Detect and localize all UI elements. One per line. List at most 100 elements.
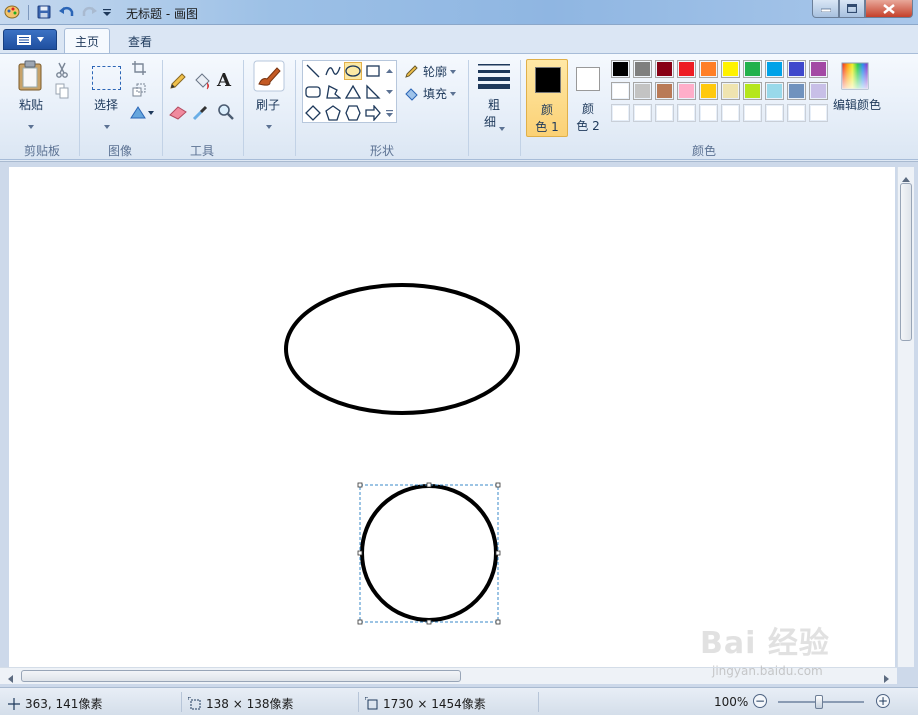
edit-colors-button[interactable]	[840, 61, 870, 94]
minimize-button[interactable]	[812, 0, 839, 18]
crop-icon[interactable]	[132, 61, 146, 78]
eraser-icon[interactable]	[168, 104, 188, 123]
tab-view[interactable]: 查看	[118, 28, 162, 54]
color1-button[interactable]: 颜 色 1	[526, 59, 568, 137]
resize-handle[interactable]	[426, 482, 432, 488]
select-dropdown-icon[interactable]	[104, 118, 110, 132]
color-swatch[interactable]	[633, 104, 652, 122]
zoom-in-button[interactable]: +	[876, 694, 890, 708]
rounded-rectangle-shape-icon[interactable]	[304, 83, 322, 101]
save-icon[interactable]	[36, 4, 52, 20]
color-swatch[interactable]	[611, 82, 630, 100]
rotate-icon[interactable]	[130, 105, 154, 122]
maximize-button[interactable]	[839, 0, 865, 18]
text-tool-icon[interactable]: A	[217, 70, 231, 91]
color-swatch[interactable]	[743, 60, 762, 78]
color-swatch[interactable]	[809, 104, 828, 122]
shapes-more-icon[interactable]	[383, 104, 396, 122]
color-swatch[interactable]	[743, 104, 762, 122]
hexagon-shape-icon[interactable]	[344, 104, 362, 122]
selection-box[interactable]	[357, 482, 501, 625]
brushes-button[interactable]	[253, 60, 285, 95]
vertical-scroll-thumb[interactable]	[900, 183, 912, 341]
drawing-canvas[interactable]	[9, 167, 895, 667]
pentagon-shape-icon[interactable]	[324, 104, 342, 122]
color-swatch[interactable]	[787, 60, 806, 78]
paste-dropdown-icon[interactable]	[28, 118, 34, 132]
color-picker-icon[interactable]	[192, 103, 210, 124]
copy-icon[interactable]	[55, 83, 69, 102]
right-triangle-shape-icon[interactable]	[364, 83, 382, 101]
horizontal-scroll-thumb[interactable]	[21, 670, 461, 682]
color-swatch[interactable]	[699, 104, 718, 122]
resize-handle[interactable]	[495, 482, 501, 488]
paste-button[interactable]	[17, 60, 45, 95]
color-swatch[interactable]	[721, 104, 740, 122]
resize-handle[interactable]	[426, 619, 432, 625]
color-swatch[interactable]	[765, 82, 784, 100]
brushes-dropdown-icon[interactable]	[266, 118, 272, 132]
color2-label-2: 色 2	[576, 119, 600, 133]
curve-shape-icon[interactable]	[324, 62, 342, 80]
color-swatch[interactable]	[787, 104, 806, 122]
color-swatch[interactable]	[655, 60, 674, 78]
arrow-shape-icon[interactable]	[364, 104, 382, 122]
size-button[interactable]	[477, 62, 511, 93]
color-swatch[interactable]	[809, 82, 828, 100]
paint-app-icon[interactable]	[4, 4, 20, 20]
color-swatch[interactable]	[743, 82, 762, 100]
size-dropdown-icon[interactable]	[499, 120, 505, 134]
color-swatch[interactable]	[655, 104, 674, 122]
resize-icon[interactable]	[132, 83, 146, 100]
cut-icon[interactable]	[55, 62, 69, 81]
resize-handle[interactable]	[495, 550, 501, 556]
color-swatch[interactable]	[699, 82, 718, 100]
resize-handle[interactable]	[357, 550, 363, 556]
magnifier-icon[interactable]	[217, 103, 235, 124]
color-swatch[interactable]	[611, 60, 630, 78]
select-button[interactable]	[92, 66, 121, 90]
diamond-shape-icon[interactable]	[304, 104, 322, 122]
polygon-shape-icon[interactable]	[324, 83, 342, 101]
resize-handle[interactable]	[357, 482, 363, 488]
canvas-size-text: 1730 × 1454像素	[383, 697, 486, 711]
rectangle-shape-icon[interactable]	[364, 62, 382, 80]
shapes-scroll-up-icon[interactable]	[383, 62, 396, 80]
color-swatch[interactable]	[677, 60, 696, 78]
color-swatch[interactable]	[765, 60, 784, 78]
color-swatch[interactable]	[655, 82, 674, 100]
color-swatch[interactable]	[699, 60, 718, 78]
color-swatch[interactable]	[611, 104, 630, 122]
color-swatch[interactable]	[677, 82, 696, 100]
outline-button[interactable]: 轮廓	[404, 63, 457, 80]
scroll-left-icon[interactable]	[8, 672, 13, 686]
fill-button[interactable]: 填充	[404, 85, 457, 102]
color-swatch[interactable]	[809, 60, 828, 78]
tab-home[interactable]: 主页	[64, 28, 110, 54]
line-shape-icon[interactable]	[304, 62, 322, 80]
redo-icon[interactable]	[80, 4, 98, 20]
fill-bucket-icon[interactable]	[192, 71, 212, 94]
color-swatch[interactable]	[633, 60, 652, 78]
triangle-shape-icon[interactable]	[344, 83, 362, 101]
zoom-slider-thumb[interactable]	[815, 695, 823, 709]
close-button[interactable]	[865, 0, 913, 18]
paint-menu-button[interactable]	[3, 29, 57, 50]
color-swatch[interactable]	[765, 104, 784, 122]
color-swatch[interactable]	[677, 104, 696, 122]
customize-quick-access-icon[interactable]	[102, 4, 112, 20]
resize-handle[interactable]	[357, 619, 363, 625]
vertical-scrollbar[interactable]	[897, 167, 914, 667]
pencil-icon[interactable]	[168, 71, 188, 94]
color-swatch[interactable]	[721, 82, 740, 100]
color-swatch[interactable]	[633, 82, 652, 100]
color-swatch[interactable]	[721, 60, 740, 78]
color2-button[interactable]: 颜 色 2	[570, 59, 608, 137]
zoom-out-button[interactable]: −	[753, 694, 767, 708]
shapes-scroll-down-icon[interactable]	[383, 83, 396, 101]
resize-handle[interactable]	[495, 619, 501, 625]
scroll-right-icon[interactable]	[884, 672, 889, 686]
undo-icon[interactable]	[58, 4, 76, 20]
oval-shape-icon[interactable]	[344, 62, 362, 80]
color-swatch[interactable]	[787, 82, 806, 100]
